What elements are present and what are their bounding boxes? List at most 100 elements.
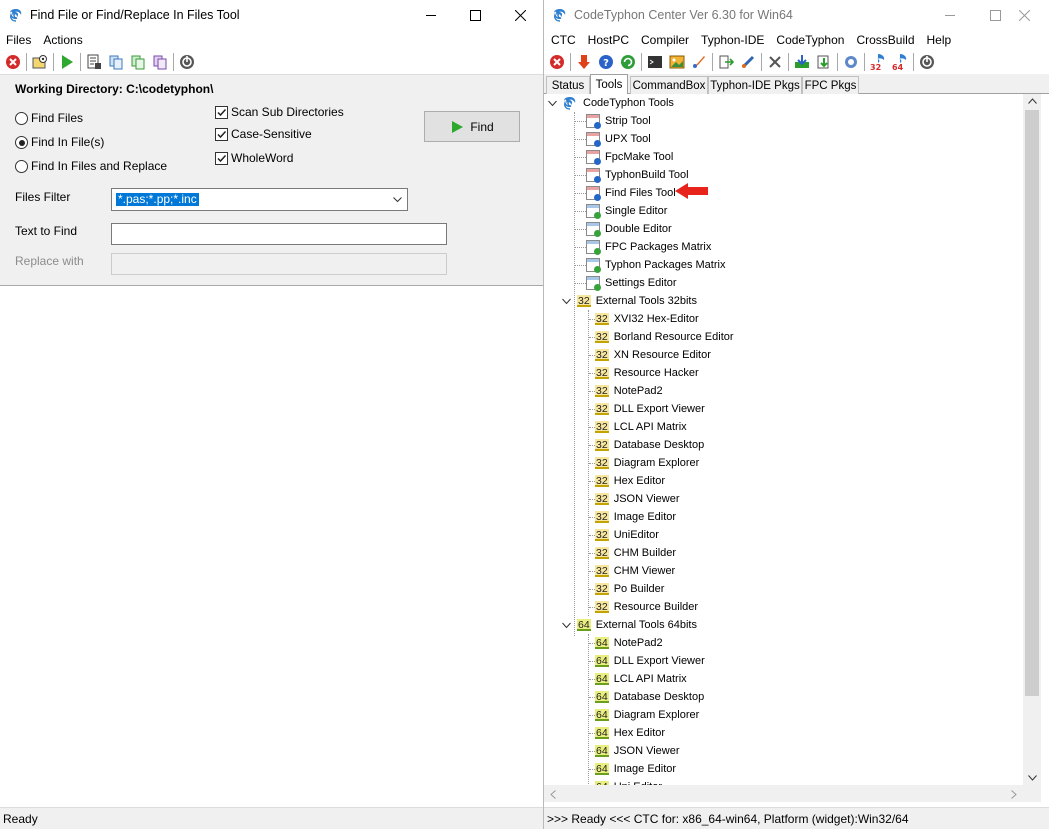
menu-typhon-ide[interactable]: Typhon-IDE — [695, 33, 770, 47]
install-button[interactable] — [791, 51, 813, 73]
tree-node-external-tool[interactable]: 64 DLL Export Viewer — [595, 652, 705, 670]
tree-node-group-64[interactable]: 64 External Tools 64bits — [562, 616, 697, 634]
title-bar[interactable]: CodeTyphon Center Ver 6.30 for Win64 — [544, 0, 1049, 30]
download-button[interactable] — [573, 51, 595, 73]
menu-actions[interactable]: Actions — [37, 33, 88, 47]
tree-node-external-tool[interactable]: 32 XVI32 Hex-Editor — [595, 310, 699, 328]
tree-node-external-tool[interactable]: 64 Image Editor — [595, 760, 676, 778]
menu-help[interactable]: Help — [921, 33, 958, 47]
tree-node-external-tool[interactable]: 32 Database Desktop — [595, 436, 704, 454]
tree-node-tool[interactable]: UPX Tool — [586, 130, 651, 148]
tree-node-external-tool[interactable]: 32 Diagram Explorer — [595, 454, 699, 472]
case-sensitive-checkbox[interactable] — [215, 128, 228, 141]
tree-node-external-tool[interactable]: 32 Borland Resource Editor — [595, 328, 734, 346]
tree-node-external-tool[interactable]: 32 NotePad2 — [595, 382, 663, 400]
scan-subdirs-label[interactable]: Scan Sub Directories — [231, 105, 344, 119]
copy-green-button[interactable] — [127, 51, 149, 73]
tree-node-external-tool[interactable]: 32 Resource Builder — [595, 598, 698, 616]
tab-status[interactable]: Status — [546, 76, 590, 94]
build-32-button[interactable]: 32 — [867, 51, 889, 73]
chevron-down-icon[interactable] — [1028, 775, 1037, 781]
find-button[interactable]: Find — [424, 111, 520, 142]
horizontal-scrollbar[interactable] — [544, 785, 1041, 802]
paint-button[interactable] — [688, 51, 710, 73]
refresh-button[interactable] — [617, 51, 639, 73]
working-dir-button[interactable] — [29, 51, 51, 73]
tab-typhon-ide-pkgs[interactable]: Typhon-IDE Pkgs — [708, 76, 802, 94]
find-in-files-radio[interactable] — [15, 136, 28, 149]
close-tool-button[interactable] — [2, 51, 24, 73]
network-button[interactable] — [840, 51, 862, 73]
minimize-button[interactable] — [927, 0, 973, 30]
tree-node-root[interactable]: CodeTyphon Tools — [548, 94, 674, 112]
menu-ctc[interactable]: CTC — [545, 33, 582, 47]
menu-crossbuild[interactable]: CrossBuild — [850, 33, 920, 47]
image-button[interactable] — [666, 51, 688, 73]
tree-node-external-tool[interactable]: 64Uni Editor — [595, 778, 662, 785]
tree-node-external-tool[interactable]: 32 Resource Hacker — [595, 364, 699, 382]
tree-node-group-32[interactable]: 32 External Tools 32bits — [562, 292, 697, 310]
tools-button[interactable] — [764, 51, 786, 73]
text-to-find-input[interactable] — [111, 223, 447, 245]
tools-tree[interactable]: CodeTyphon Tools Strip Tool UPX Tool FpcMa… — [544, 94, 1049, 785]
find-in-files-label[interactable]: Find In File(s) — [31, 135, 104, 149]
tree-node-external-tool[interactable]: 64 NotePad2 — [595, 634, 663, 652]
tree-node-external-tool[interactable]: 32 CHM Builder — [595, 544, 676, 562]
install-green-button[interactable] — [813, 51, 835, 73]
tree-node-tool[interactable]: FpcMake Tool — [586, 148, 673, 166]
tree-node-external-tool[interactable]: 64 Diagram Explorer — [595, 706, 699, 724]
menu-codetyphon[interactable]: CodeTyphon — [770, 33, 850, 47]
tree-node-external-tool[interactable]: 32 XN Resource Editor — [595, 346, 711, 364]
report-button[interactable] — [83, 51, 105, 73]
tree-node-tool[interactable]: Strip Tool — [586, 112, 651, 130]
tree-node-external-tool[interactable]: 32 Po Builder — [595, 580, 664, 598]
minimize-button[interactable] — [408, 0, 454, 30]
title-bar[interactable]: Find File or Find/Replace In Files Tool — [0, 0, 543, 30]
chevron-up-icon[interactable] — [1028, 98, 1037, 104]
tree-node-external-tool[interactable]: 32 Hex Editor — [595, 472, 665, 490]
scrollbar-thumb[interactable] — [1025, 110, 1039, 696]
whole-word-checkbox[interactable] — [215, 152, 228, 165]
build-64-button[interactable]: 64 — [889, 51, 911, 73]
tab-commandbox[interactable]: CommandBox — [630, 76, 708, 94]
find-and-replace-radio[interactable] — [15, 160, 28, 173]
close-button[interactable] — [497, 0, 543, 30]
copy-purple-button[interactable] — [149, 51, 171, 73]
expander-open-icon[interactable] — [562, 297, 571, 306]
launch-button[interactable] — [737, 51, 759, 73]
tree-node-external-tool[interactable]: 32 CHM Viewer — [595, 562, 675, 580]
chevron-left-icon[interactable] — [550, 790, 556, 799]
find-files-label[interactable]: Find Files — [31, 111, 83, 125]
tab-fpc-pkgs[interactable]: FPC Pkgs — [802, 76, 859, 94]
tree-node-external-tool[interactable]: 32 UniEditor — [595, 526, 659, 544]
tab-tools[interactable]: Tools — [590, 74, 628, 95]
tree-node-external-tool[interactable]: 64 Hex Editor — [595, 724, 665, 742]
tree-node-tool[interactable]: FPC Packages Matrix — [586, 238, 711, 256]
power-button[interactable] — [916, 51, 938, 73]
files-filter-combobox[interactable]: *.pas;*.pp;*.inc — [111, 188, 408, 211]
expander-open-icon[interactable] — [562, 621, 571, 630]
tree-node-external-tool[interactable]: 32 LCL API Matrix — [595, 418, 687, 436]
menu-files[interactable]: Files — [0, 33, 37, 47]
expander-open-icon[interactable] — [548, 99, 557, 108]
tree-node-tool[interactable]: Typhon Packages Matrix — [586, 256, 725, 274]
maximize-button[interactable] — [452, 0, 498, 30]
tree-node-external-tool[interactable]: 32 Image Editor — [595, 508, 676, 526]
tree-node-external-tool[interactable]: 64 LCL API Matrix — [595, 670, 687, 688]
find-and-replace-label[interactable]: Find In Files and Replace — [31, 159, 167, 173]
terminal-button[interactable] — [644, 51, 666, 73]
close-button[interactable] — [1001, 0, 1047, 30]
run-button[interactable] — [56, 51, 78, 73]
scan-subdirs-checkbox[interactable] — [215, 106, 228, 119]
tree-node-tool[interactable]: Single Editor — [586, 202, 667, 220]
exit-button[interactable] — [715, 51, 737, 73]
tree-node-tool[interactable]: Find Files Tool — [586, 184, 676, 202]
chevron-right-icon[interactable] — [1011, 790, 1017, 799]
close-tool-button[interactable] — [546, 51, 568, 73]
menu-compiler[interactable]: Compiler — [635, 33, 695, 47]
find-files-radio[interactable] — [15, 112, 28, 125]
chevron-down-icon[interactable] — [393, 197, 402, 203]
replace-with-input[interactable] — [111, 253, 447, 275]
tree-node-external-tool[interactable]: 64 Database Desktop — [595, 688, 704, 706]
tree-node-external-tool[interactable]: 64 JSON Viewer — [595, 742, 680, 760]
